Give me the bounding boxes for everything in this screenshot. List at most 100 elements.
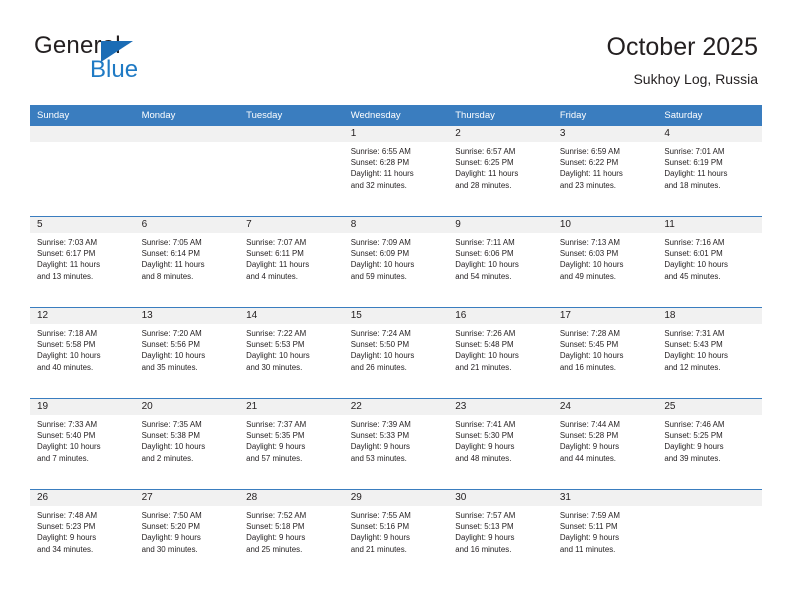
calendar-week-row: 12 Sunrise: 7:18 AM Sunset: 5:58 PM Dayligh… [30,307,762,399]
day-number: 14 [239,308,344,324]
calendar-day-cell[interactable]: 27 Sunrise: 7:50 AM Sunset: 5:20 PM Dayligh… [134,489,240,580]
day-details: Sunrise: 7:48 AM Sunset: 5:23 PM Daylight:… [30,506,135,555]
calendar-page: General Blue October 2025 Sukhoy Log, Ru… [0,0,792,612]
day-cell-inner: 16 Sunrise: 7:26 AM Sunset: 5:48 PM Dayligh… [448,308,553,398]
calendar-day-cell[interactable]: 11 Sunrise: 7:16 AM Sunset: 6:01 PM Dayligh… [657,216,762,308]
calendar-day-cell[interactable]: 10 Sunrise: 7:13 AM Sunset: 6:03 PM Dayligh… [552,216,658,308]
day-number [657,490,762,506]
daylight-text-line2: and 35 minutes. [141,362,198,372]
day-cell-inner: 29 Sunrise: 7:55 AM Sunset: 5:16 PM Dayligh… [343,490,449,580]
calendar-day-cell[interactable]: 7 Sunrise: 7:07 AM Sunset: 6:11 PM Daylight… [239,216,344,308]
day-details: Sunrise: 7:26 AM Sunset: 5:48 PM Daylight:… [448,324,553,373]
sunrise-text: Sunrise: 7:18 AM [37,329,98,338]
daylight-text-line1: Daylight: 9 hours [350,533,410,543]
calendar-day-cell[interactable]: 1 Sunrise: 6:55 AM Sunset: 6:28 PM Daylight… [343,126,449,217]
sunset-text: Sunset: 6:25 PM [455,158,514,168]
day-cell-inner: 12 Sunrise: 7:18 AM Sunset: 5:58 PM Dayligh… [30,308,135,398]
day-cell-inner: 7 Sunrise: 7:07 AM Sunset: 6:11 PM Daylight… [239,217,344,307]
calendar-day-cell[interactable]: 16 Sunrise: 7:26 AM Sunset: 5:48 PM Dayligh… [448,307,553,399]
calendar-day-cell[interactable]: 15 Sunrise: 7:24 AM Sunset: 5:50 PM Dayligh… [343,307,449,399]
calendar-day-cell[interactable]: 23 Sunrise: 7:41 AM Sunset: 5:30 PM Dayligh… [448,398,553,490]
daylight-text-line1: Daylight: 9 hours [455,533,515,543]
day-details: Sunrise: 7:31 AM Sunset: 5:43 PM Daylight:… [657,324,762,373]
sunrise-text: Sunrise: 7:07 AM [246,238,307,247]
calendar-day-cell[interactable]: 21 Sunrise: 7:37 AM Sunset: 5:35 PM Dayligh… [239,398,344,490]
calendar-day-cell[interactable]: 13 Sunrise: 7:20 AM Sunset: 5:56 PM Dayligh… [134,307,240,399]
calendar-day-cell[interactable]: 28 Sunrise: 7:52 AM Sunset: 5:18 PM Dayligh… [239,489,344,580]
day-number: 7 [239,217,344,233]
daylight-text-line2: and 48 minutes. [455,453,512,463]
daylight-text-line1: Daylight: 10 hours [559,260,624,270]
sunset-text: Sunset: 5:43 PM [664,340,723,350]
calendar-day-cell[interactable]: 5 Sunrise: 7:03 AM Sunset: 6:17 PM Daylight… [30,216,135,308]
day-details: Sunrise: 7:07 AM Sunset: 6:11 PM Daylight:… [239,233,344,282]
sunrise-text: Sunrise: 7:33 AM [37,420,98,429]
day-details: Sunrise: 7:44 AM Sunset: 5:28 PM Daylight:… [553,415,658,464]
sunrise-text: Sunrise: 7:50 AM [141,511,202,520]
day-details [239,142,344,146]
calendar-day-cell[interactable]: 3 Sunrise: 6:59 AM Sunset: 6:22 PM Daylight… [552,126,658,217]
day-details [135,142,240,146]
sunset-text: Sunset: 5:40 PM [37,431,96,441]
calendar-day-cell[interactable]: 24 Sunrise: 7:44 AM Sunset: 5:28 PM Dayligh… [552,398,658,490]
sunrise-text: Sunrise: 7:22 AM [246,329,307,338]
calendar-day-cell[interactable]: 2 Sunrise: 6:57 AM Sunset: 6:25 PM Daylight… [448,126,553,217]
day-number: 22 [343,399,449,415]
sunset-text: Sunset: 5:56 PM [141,340,200,350]
day-cell-inner: 5 Sunrise: 7:03 AM Sunset: 6:17 PM Daylight… [30,217,135,307]
day-number: 10 [552,217,658,233]
day-cell-inner: 14 Sunrise: 7:22 AM Sunset: 5:53 PM Dayligh… [239,308,344,398]
daylight-text-line2: and 28 minutes. [455,180,512,190]
daylight-text-line1: Daylight: 11 hours [350,169,414,179]
general-blue-logo[interactable]: General Blue [34,33,254,89]
calendar-day-cell[interactable]: 18 Sunrise: 7:31 AM Sunset: 5:43 PM Dayligh… [657,307,762,399]
sunrise-text: Sunrise: 7:57 AM [455,511,516,520]
calendar-day-cell[interactable]: 6 Sunrise: 7:05 AM Sunset: 6:14 PM Daylight… [134,216,240,308]
sunset-text: Sunset: 6:11 PM [246,249,304,259]
day-details: Sunrise: 7:09 AM Sunset: 6:09 PM Daylight:… [344,233,449,282]
calendar-day-cell[interactable]: 29 Sunrise: 7:55 AM Sunset: 5:16 PM Dayligh… [343,489,449,580]
calendar-day-cell[interactable]: 25 Sunrise: 7:46 AM Sunset: 5:25 PM Dayligh… [657,398,762,490]
calendar-day-cell[interactable]: 4 Sunrise: 7:01 AM Sunset: 6:19 PM Daylight… [657,126,762,217]
calendar-day-cell[interactable]: 14 Sunrise: 7:22 AM Sunset: 5:53 PM Dayligh… [239,307,344,399]
calendar-day-cell[interactable]: 19 Sunrise: 7:33 AM Sunset: 5:40 PM Dayligh… [30,398,135,490]
daylight-text-line2: and 12 minutes. [664,362,721,372]
daylight-text-line1: Daylight: 10 hours [455,260,519,270]
day-cell-inner: 26 Sunrise: 7:48 AM Sunset: 5:23 PM Dayligh… [30,490,135,580]
daylight-text-line2: and 16 minutes. [455,544,512,554]
daylight-text-line1: Daylight: 10 hours [350,351,415,361]
day-cell-inner: 10 Sunrise: 7:13 AM Sunset: 6:03 PM Dayligh… [552,217,658,307]
day-cell-inner: 28 Sunrise: 7:52 AM Sunset: 5:18 PM Dayligh… [239,490,344,580]
day-number: 11 [657,217,762,233]
calendar-day-cell[interactable]: 8 Sunrise: 7:09 AM Sunset: 6:09 PM Daylight… [343,216,449,308]
calendar-day-cell[interactable]: 30 Sunrise: 7:57 AM Sunset: 5:13 PM Dayligh… [448,489,553,580]
calendar-day-cell[interactable]: 31 Sunrise: 7:59 AM Sunset: 5:11 PM Dayligh… [552,489,658,580]
day-details: Sunrise: 7:11 AM Sunset: 6:06 PM Daylight:… [448,233,553,282]
daylight-text-line2: and 2 minutes. [141,453,194,463]
daylight-text-line2: and 44 minutes. [559,453,616,463]
sunrise-text: Sunrise: 7:59 AM [559,511,620,520]
calendar-day-cell[interactable]: 20 Sunrise: 7:35 AM Sunset: 5:38 PM Dayligh… [134,398,240,490]
sunset-text: Sunset: 6:09 PM [350,249,410,259]
daylight-text-line2: and 39 minutes. [664,453,721,463]
calendar-day-cell[interactable]: 22 Sunrise: 7:39 AM Sunset: 5:33 PM Dayligh… [343,398,449,490]
day-number: 9 [448,217,553,233]
page-header: General Blue October 2025 Sukhoy Log, Ru… [0,0,792,104]
sunset-text: Sunset: 6:01 PM [664,249,723,259]
daylight-text-line2: and 11 minutes. [559,544,616,554]
calendar-week-row: 1 Sunrise: 6:55 AM Sunset: 6:28 PM Daylight… [30,126,762,217]
calendar-day-cell[interactable]: 12 Sunrise: 7:18 AM Sunset: 5:58 PM Dayligh… [30,307,135,399]
daylight-text-line2: and 57 minutes. [246,453,303,463]
weekday-header-monday: Monday [134,105,240,126]
day-number: 27 [134,490,240,506]
sunset-text: Sunset: 6:14 PM [141,249,200,259]
sunrise-text: Sunrise: 6:59 AM [559,147,620,156]
daylight-text-line2: and 16 minutes. [559,362,616,372]
daylight-text-line1: Daylight: 11 hours [37,260,101,270]
calendar-day-cell[interactable]: 17 Sunrise: 7:28 AM Sunset: 5:45 PM Dayligh… [552,307,658,399]
calendar-day-cell[interactable]: 26 Sunrise: 7:48 AM Sunset: 5:23 PM Dayligh… [30,489,135,580]
calendar-day-cell[interactable]: 9 Sunrise: 7:11 AM Sunset: 6:06 PM Daylight… [448,216,553,308]
day-number: 15 [343,308,449,324]
daylight-text-line2: and 26 minutes. [350,362,407,372]
day-details: Sunrise: 6:59 AM Sunset: 6:22 PM Daylight:… [553,142,658,191]
